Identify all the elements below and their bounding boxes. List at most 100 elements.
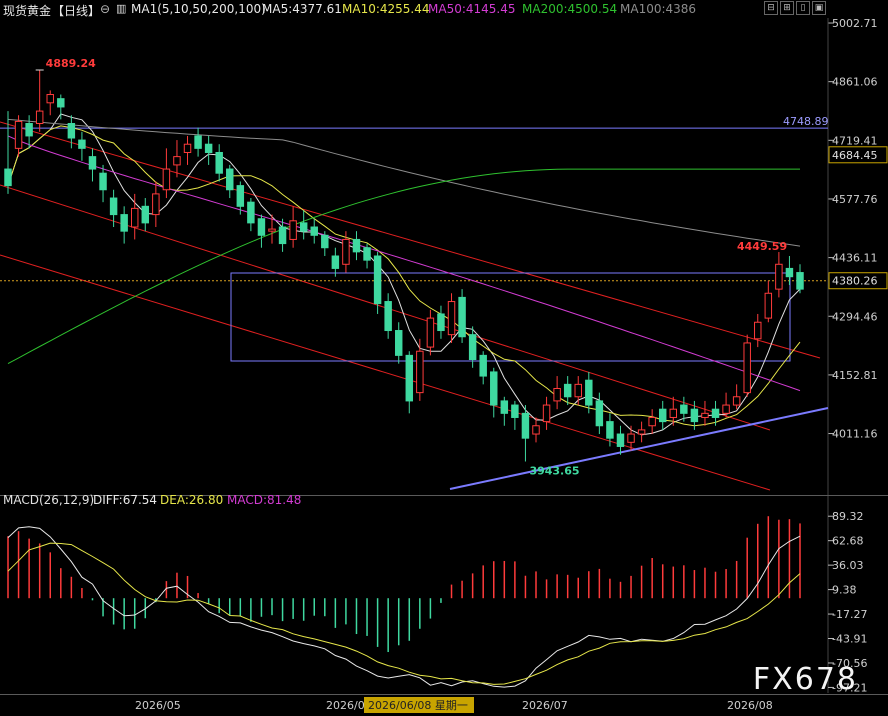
candle bbox=[563, 376, 572, 406]
candle-body bbox=[46, 94, 54, 104]
candle-body bbox=[194, 135, 202, 149]
candle-body bbox=[257, 218, 266, 236]
low-annotation: 3943.65 bbox=[529, 465, 579, 478]
candle bbox=[35, 69, 44, 132]
candle-body bbox=[669, 408, 678, 418]
candle-body bbox=[775, 263, 783, 290]
support-line bbox=[449, 407, 829, 490]
candle-body bbox=[99, 172, 107, 191]
candle bbox=[764, 280, 773, 323]
x-label-may: 2026/05 bbox=[135, 699, 181, 712]
candle bbox=[405, 351, 414, 414]
candle-body bbox=[173, 156, 181, 166]
candle-body bbox=[532, 425, 540, 435]
candle bbox=[511, 400, 519, 430]
candle-body bbox=[120, 214, 128, 232]
candle-body bbox=[595, 400, 604, 427]
candle bbox=[331, 247, 340, 277]
candle-body bbox=[616, 433, 625, 447]
candle-body bbox=[363, 247, 371, 261]
high-annotation: 4889.24 bbox=[46, 57, 96, 70]
candle-body bbox=[764, 292, 773, 319]
candle-body bbox=[521, 412, 530, 439]
candle-body bbox=[585, 379, 593, 406]
y-tick-label: 4577.76 bbox=[832, 193, 878, 206]
candle bbox=[152, 181, 160, 228]
candle-body bbox=[204, 143, 213, 153]
watermark-logo: FX678 bbox=[752, 662, 858, 697]
candle-body bbox=[658, 408, 667, 423]
kline-chart[interactable]: 5002.71 4861.06 4719.41 4577.76 4436.11 4294.… bbox=[0, 0, 888, 716]
candle-body bbox=[215, 151, 223, 174]
candle-body bbox=[574, 383, 582, 398]
candle bbox=[532, 417, 540, 443]
candle-body bbox=[109, 197, 118, 216]
candle-body bbox=[25, 123, 33, 137]
candle-body bbox=[57, 98, 65, 108]
candle bbox=[310, 218, 318, 244]
candle bbox=[194, 127, 202, 157]
macd-diff-line bbox=[7, 526, 801, 688]
candle-body bbox=[796, 272, 804, 290]
macd-params-label[interactable]: MACD(26,12,9) bbox=[3, 493, 94, 507]
candle-body bbox=[405, 354, 414, 402]
y-tick-label: 4152.81 bbox=[832, 369, 878, 382]
candle bbox=[447, 293, 456, 343]
candle bbox=[173, 140, 181, 178]
macd-y-tick-label: -17.27 bbox=[832, 608, 867, 621]
candle-body bbox=[278, 226, 287, 245]
candle-body bbox=[130, 207, 139, 228]
candle bbox=[426, 309, 435, 356]
candle-body bbox=[500, 400, 509, 414]
candle-body bbox=[162, 168, 171, 191]
candle-body bbox=[648, 416, 656, 427]
candle-body bbox=[690, 408, 699, 423]
candle-body bbox=[680, 404, 688, 414]
candle bbox=[278, 218, 287, 252]
candle bbox=[384, 293, 392, 339]
candle-body bbox=[4, 168, 12, 187]
candle-body bbox=[468, 334, 477, 361]
candle-body bbox=[553, 387, 561, 402]
candle-body bbox=[437, 313, 445, 332]
candle-body bbox=[563, 383, 572, 398]
candle-body bbox=[490, 371, 498, 406]
macd-y-tick-label: 9.38 bbox=[832, 584, 857, 597]
candle bbox=[14, 115, 23, 157]
candle-body bbox=[384, 301, 392, 332]
candle-body bbox=[352, 238, 361, 253]
channel-line bbox=[0, 254, 771, 491]
candle-body bbox=[416, 350, 424, 394]
candle bbox=[352, 231, 361, 261]
candle-body bbox=[373, 255, 382, 305]
candle bbox=[490, 367, 498, 418]
candle-body bbox=[754, 321, 762, 340]
candle bbox=[732, 384, 741, 410]
candle-body bbox=[78, 139, 86, 149]
macd-y-tick-label: 89.32 bbox=[832, 510, 864, 523]
candle bbox=[637, 421, 646, 443]
candle bbox=[479, 351, 487, 385]
candle-body bbox=[479, 354, 487, 377]
candle bbox=[141, 198, 150, 232]
candle-body bbox=[35, 110, 44, 125]
candle-body bbox=[785, 267, 794, 278]
macd-diff-value: DIFF:67.54 bbox=[93, 493, 157, 507]
channel-line bbox=[0, 121, 821, 359]
ma200-line bbox=[7, 168, 800, 365]
candle-body bbox=[394, 330, 403, 356]
candle-body bbox=[226, 168, 234, 191]
candle bbox=[183, 135, 192, 165]
candle-body bbox=[542, 404, 551, 423]
candle-body bbox=[321, 234, 329, 249]
candle bbox=[458, 289, 466, 343]
candle bbox=[57, 94, 65, 120]
candle bbox=[257, 214, 266, 248]
current-price-label: 4380.26 bbox=[832, 275, 878, 288]
candle bbox=[701, 400, 709, 426]
candle-body bbox=[606, 421, 614, 439]
candle bbox=[743, 334, 751, 397]
candle-body bbox=[447, 301, 456, 336]
candle-body bbox=[247, 201, 255, 224]
candle bbox=[289, 206, 297, 248]
